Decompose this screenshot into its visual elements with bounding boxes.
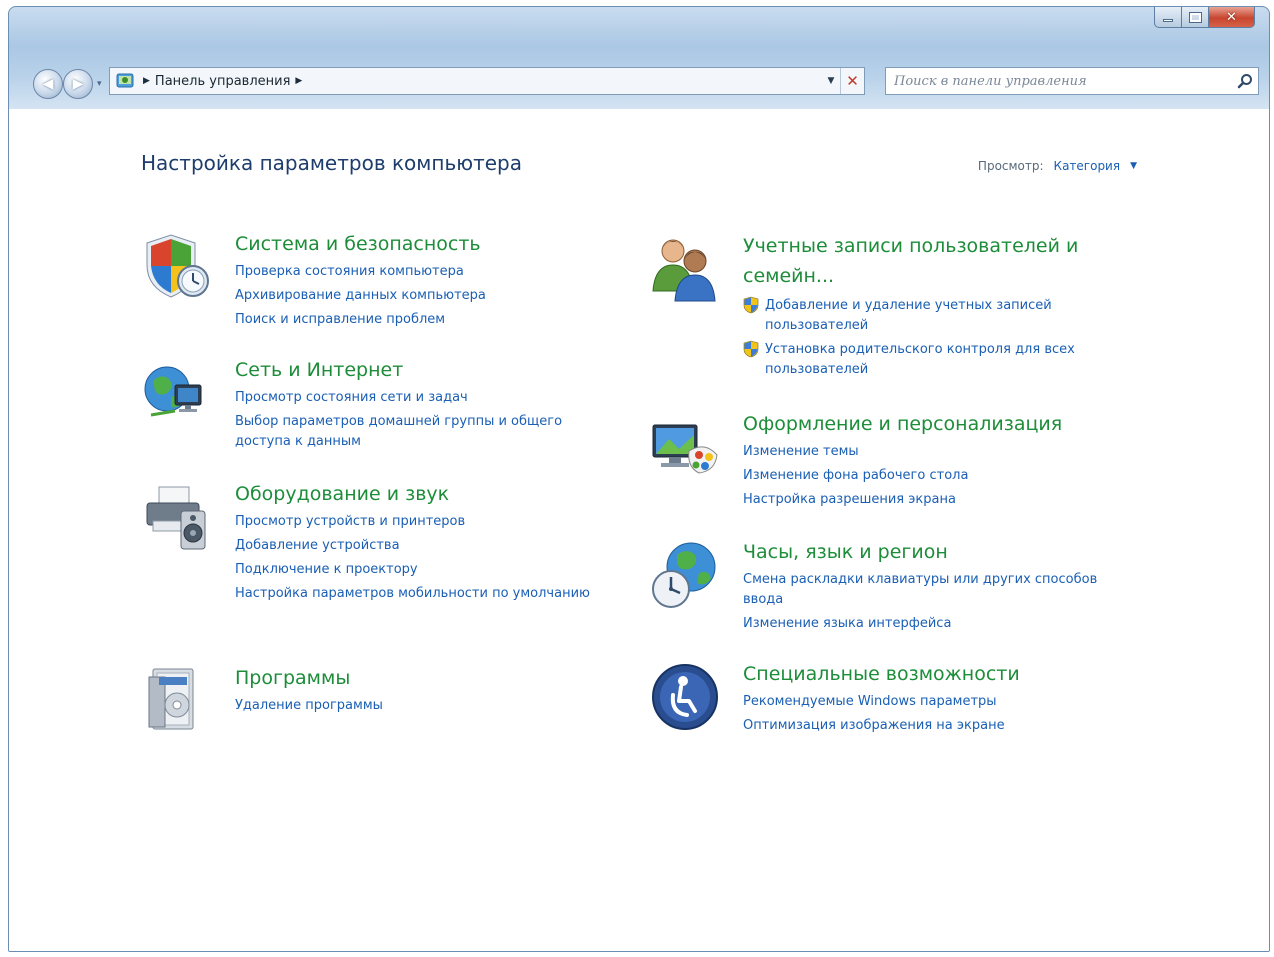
- category-body: Оборудование и звук Просмотр устройств и…: [235, 481, 595, 606]
- programs-box-icon[interactable]: [141, 665, 213, 737]
- content-area: Настройка параметров компьютера Просмотр…: [9, 109, 1269, 951]
- back-button[interactable]: ◀: [33, 69, 63, 99]
- link-homegroup-sharing[interactable]: Выбор параметров домашней группы и общег…: [235, 412, 595, 452]
- category-ease-of-access: Специальные возможности Рекомендуемые Wi…: [649, 661, 1020, 738]
- breadcrumb-separator-icon[interactable]: ▶: [143, 76, 150, 86]
- users-icon[interactable]: [649, 231, 721, 303]
- category-title-clock-language[interactable]: Часы, язык и регион: [743, 539, 1123, 565]
- category-network-internet: Сеть и Интернет Просмотр состояния сети …: [141, 357, 595, 454]
- link-row-add-remove-accounts: Добавление и удаление учетных записей по…: [743, 294, 1133, 338]
- minimize-icon: [1163, 18, 1173, 22]
- uac-shield-icon: [743, 296, 759, 314]
- category-user-accounts: Учетные записи пользователей и семейн...…: [649, 231, 1133, 382]
- category-body: Специальные возможности Рекомендуемые Wi…: [743, 661, 1020, 738]
- link-parental-controls[interactable]: Установка родительского контроля для все…: [765, 340, 1133, 380]
- printer-speaker-icon[interactable]: [141, 481, 213, 553]
- globe-network-icon[interactable]: [141, 357, 213, 429]
- link-connect-projector[interactable]: Подключение к проектору: [235, 558, 595, 582]
- control-panel-window: ✕ ◀ ▶ ▾ ▶ Панель управления ▶ ▼ ✕ Поиск …: [8, 6, 1270, 952]
- link-adjust-screen-resolution[interactable]: Настройка разрешения экрана: [743, 488, 1062, 512]
- link-add-remove-accounts[interactable]: Добавление и удаление учетных записей по…: [765, 296, 1133, 336]
- address-bar[interactable]: ▶ Панель управления ▶ ▼ ✕: [109, 67, 865, 95]
- category-hardware-sound: Оборудование и звук Просмотр устройств и…: [141, 481, 595, 606]
- shield-clock-icon[interactable]: [141, 231, 213, 303]
- recent-pages-button[interactable]: ▾: [97, 79, 102, 89]
- navigation-bar: ◀ ▶ ▾ ▶ Панель управления ▶ ▼ ✕: [9, 65, 1269, 99]
- minimize-button[interactable]: [1154, 7, 1182, 28]
- link-uninstall-program[interactable]: Удаление программы: [235, 694, 383, 718]
- category-title-network-internet[interactable]: Сеть и Интернет: [235, 357, 595, 383]
- category-body: Учетные записи пользователей и семейн...…: [743, 231, 1133, 382]
- maximize-icon: [1188, 11, 1202, 23]
- page-title: Настройка параметров компьютера: [141, 151, 522, 175]
- search-input[interactable]: [886, 69, 1232, 93]
- category-title-user-accounts[interactable]: Учетные записи пользователей и семейн...: [743, 231, 1133, 291]
- monitor-palette-icon[interactable]: [649, 411, 721, 483]
- close-icon: ✕: [1226, 9, 1237, 25]
- link-view-network-status[interactable]: Просмотр состояния сети и задач: [235, 386, 595, 410]
- category-body: Оформление и персонализация Изменение те…: [743, 411, 1062, 512]
- link-backup-computer[interactable]: Архивирование данных компьютера: [235, 284, 486, 308]
- back-arrow-icon: ◀: [42, 76, 54, 92]
- link-change-keyboards[interactable]: Смена раскладки клавиатуры или других сп…: [743, 570, 1123, 610]
- link-view-devices-printers[interactable]: Просмотр устройств и принтеров: [235, 510, 595, 534]
- link-mobility-settings[interactable]: Настройка параметров мобильности по умол…: [235, 584, 595, 604]
- view-by-label: Просмотр:: [977, 159, 1044, 173]
- category-clock-language-region: Часы, язык и регион Смена раскладки клав…: [649, 539, 1123, 636]
- category-system-security: Система и безопасность Проверка состояни…: [141, 231, 486, 332]
- forward-button[interactable]: ▶: [63, 69, 93, 99]
- category-body: Часы, язык и регион Смена раскладки клав…: [743, 539, 1123, 636]
- category-body: Программы Удаление программы: [235, 665, 383, 737]
- accessibility-icon[interactable]: [649, 661, 721, 733]
- link-change-desktop-background[interactable]: Изменение фона рабочего стола: [743, 464, 1062, 488]
- category-title-hardware-sound[interactable]: Оборудование и звук: [235, 481, 595, 507]
- uac-shield-icon: [743, 340, 759, 358]
- category-appearance-personalization: Оформление и персонализация Изменение те…: [649, 411, 1062, 512]
- clock-globe-icon[interactable]: [649, 539, 721, 611]
- category-body: Система и безопасность Проверка состояни…: [235, 231, 486, 332]
- forward-arrow-icon: ▶: [72, 76, 84, 92]
- breadcrumb-expand-icon[interactable]: ▶: [295, 76, 302, 86]
- view-by: Просмотр: Категория ▼: [978, 159, 1137, 173]
- link-let-windows-suggest[interactable]: Рекомендуемые Windows параметры: [743, 690, 1020, 714]
- link-row-parental-controls: Установка родительского контроля для все…: [743, 338, 1133, 382]
- link-change-display-language[interactable]: Изменение языка интерфейса: [743, 612, 1123, 636]
- category-title-ease-of-access[interactable]: Специальные возможности: [743, 661, 1020, 687]
- refresh-button[interactable]: ✕: [840, 68, 864, 94]
- category-body: Сеть и Интернет Просмотр состояния сети …: [235, 357, 595, 454]
- link-change-theme[interactable]: Изменение темы: [743, 440, 1062, 464]
- link-add-device[interactable]: Добавление устройства: [235, 534, 595, 558]
- category-title-appearance[interactable]: Оформление и персонализация: [743, 411, 1062, 437]
- view-by-dropdown[interactable]: Категория: [1054, 159, 1121, 173]
- category-programs: Программы Удаление программы: [141, 665, 383, 737]
- search-icon[interactable]: [1232, 68, 1258, 94]
- link-check-computer-status[interactable]: Проверка состояния компьютера: [235, 260, 486, 284]
- category-title-programs[interactable]: Программы: [235, 665, 383, 691]
- search-box[interactable]: [885, 67, 1259, 95]
- address-dropdown-icon[interactable]: ▼: [822, 76, 840, 86]
- window-controls: ✕: [1154, 7, 1255, 29]
- link-find-fix-problems[interactable]: Поиск и исправление проблем: [235, 308, 486, 332]
- close-button[interactable]: ✕: [1209, 7, 1255, 28]
- breadcrumb-control-panel[interactable]: Панель управления: [155, 74, 291, 89]
- view-by-arrow-icon[interactable]: ▼: [1130, 161, 1137, 171]
- category-title-system-security[interactable]: Система и безопасность: [235, 231, 486, 257]
- link-optimize-visual-display[interactable]: Оптимизация изображения на экране: [743, 714, 1020, 738]
- maximize-button[interactable]: [1182, 7, 1209, 28]
- control-panel-icon: [112, 68, 138, 94]
